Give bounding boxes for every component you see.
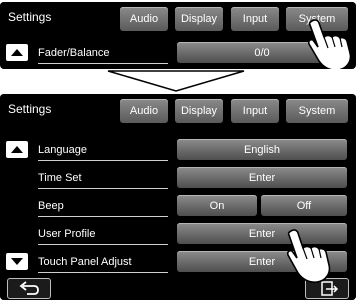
row-label: Time Set: [38, 168, 168, 189]
page-title: Settings: [8, 10, 52, 24]
pointing-hand-icon: [286, 229, 331, 283]
settings-screen-before: Settings Audio Display Input System Fade…: [0, 2, 356, 69]
back-button[interactable]: [7, 278, 51, 299]
tab-display[interactable]: Display: [175, 7, 223, 31]
settings-row-language: Language English: [0, 136, 356, 164]
row-label: Fader/Balance: [38, 43, 168, 64]
language-button[interactable]: English: [177, 139, 347, 160]
row-label: Beep: [38, 196, 168, 217]
tab-audio[interactable]: Audio: [120, 7, 168, 31]
scroll-up-button[interactable]: [6, 44, 28, 61]
tab-input[interactable]: Input: [231, 99, 279, 123]
row-label: Language: [38, 140, 168, 161]
row-label: User Profile: [38, 224, 168, 245]
settings-row-beep: Beep On Off: [0, 192, 356, 220]
triangle-down-icon: [11, 258, 23, 265]
beep-off-button[interactable]: Off: [261, 195, 347, 216]
tab-audio[interactable]: Audio: [120, 99, 168, 123]
tab-system[interactable]: System: [286, 99, 348, 123]
time-set-button[interactable]: Enter: [177, 167, 347, 188]
down-arrow-icon: [107, 70, 245, 92]
triangle-up-icon: [11, 49, 23, 56]
triangle-up-icon: [11, 146, 23, 153]
title-bar: Settings Audio Display Input System: [0, 94, 356, 128]
back-arrow-icon: [19, 281, 39, 295]
page-title: Settings: [8, 102, 52, 116]
tab-input[interactable]: Input: [231, 7, 279, 31]
tab-display[interactable]: Display: [175, 99, 223, 123]
beep-on-button[interactable]: On: [177, 195, 257, 216]
scroll-down-button[interactable]: [6, 253, 28, 270]
pointing-hand-icon: [307, 19, 352, 69]
settings-screen-after: Settings Audio Display Input System Lang…: [0, 94, 356, 300]
scroll-up-button[interactable]: [6, 141, 28, 158]
settings-row-time-set: Time Set Enter: [0, 164, 356, 192]
row-label: Touch Panel Adjust: [38, 252, 168, 273]
